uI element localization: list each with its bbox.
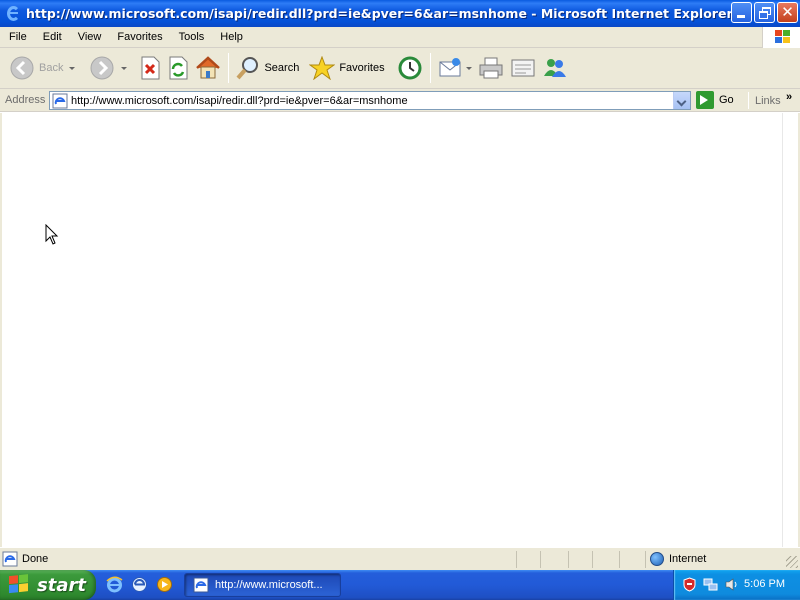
standard-toolbar: Back Search Favorites — [0, 48, 800, 89]
search-button[interactable]: Search — [233, 50, 302, 86]
page-content[interactable] — [2, 113, 782, 547]
restore-button[interactable] — [754, 2, 775, 23]
back-arrow-icon — [10, 56, 34, 80]
minimize-icon — [737, 15, 745, 18]
security-shield-icon[interactable] — [682, 577, 697, 592]
star-icon — [309, 56, 336, 80]
search-icon — [236, 57, 259, 80]
close-icon: ✕ — [781, 3, 794, 21]
links-separator — [748, 92, 749, 109]
windows-logo-icon — [762, 27, 800, 48]
messenger-button[interactable] — [539, 50, 571, 86]
menu-tools[interactable]: Tools — [170, 31, 212, 43]
network-icon[interactable] — [703, 577, 718, 592]
address-url[interactable]: http://www.microsoft.com/isapi/redir.dll… — [71, 95, 408, 107]
clock[interactable]: 5:06 PM — [744, 578, 785, 590]
taskbar-item-ie-window[interactable]: http://www.microsoft... — [184, 573, 341, 597]
start-label: start — [37, 574, 86, 596]
menu-favorites[interactable]: Favorites — [108, 31, 169, 43]
outlook-express-icon[interactable] — [131, 576, 148, 593]
mail-dropdown-icon[interactable] — [465, 66, 472, 70]
volume-icon[interactable] — [724, 577, 739, 592]
vertical-scrollbar[interactable] — [782, 113, 799, 547]
printer-icon — [479, 57, 503, 79]
windows-logo-icon — [9, 574, 31, 596]
back-dropdown-icon[interactable] — [69, 66, 76, 70]
status-pane-divider — [645, 551, 646, 568]
messenger-icon — [543, 59, 566, 77]
taskbar-item-label: http://www.microsoft... — [215, 579, 323, 591]
edit-button[interactable] — [507, 50, 539, 86]
address-dropdown-button[interactable] — [673, 92, 690, 109]
refresh-icon — [169, 56, 188, 80]
menu-help[interactable]: Help — [211, 31, 250, 43]
mail-button[interactable] — [435, 50, 475, 86]
minimize-button[interactable] — [731, 2, 752, 23]
back-button[interactable]: Back — [6, 50, 78, 86]
toolbar-separator — [429, 53, 431, 83]
mouse-cursor-icon — [45, 224, 59, 245]
security-zone[interactable]: Internet — [650, 552, 706, 566]
forward-dropdown-icon[interactable] — [121, 66, 128, 70]
status-bar: Done Internet — [0, 547, 800, 570]
links-button[interactable]: Links — [755, 95, 781, 107]
system-tray: 5:06 PM — [673, 570, 800, 600]
go-arrow-icon — [696, 91, 714, 109]
go-label: Go — [719, 94, 734, 106]
forward-arrow-icon — [90, 56, 114, 80]
favorites-label: Favorites — [339, 62, 385, 74]
forward-button[interactable] — [86, 50, 130, 86]
search-label: Search — [264, 62, 300, 74]
go-button[interactable]: Go — [696, 91, 734, 109]
status-pane-divider — [592, 551, 593, 568]
refresh-button[interactable] — [164, 50, 192, 86]
window-title: http://www.microsoft.com/isapi/redir.dll… — [26, 6, 733, 21]
status-pane-divider — [568, 551, 569, 568]
resize-grip[interactable] — [786, 556, 798, 568]
address-bar: Address http://www.microsoft.com/isapi/r… — [0, 89, 800, 112]
page-icon — [52, 93, 68, 109]
home-button[interactable] — [192, 50, 224, 86]
zone-label: Internet — [669, 553, 707, 565]
menu-edit[interactable]: Edit — [34, 31, 69, 43]
ie-icon[interactable] — [106, 576, 123, 593]
menu-file[interactable]: File — [0, 31, 34, 43]
title-bar[interactable]: http://www.microsoft.com/isapi/redir.dll… — [0, 0, 800, 27]
favorites-button[interactable]: Favorites — [306, 50, 387, 86]
status-text: Done — [22, 553, 49, 565]
mail-icon — [439, 58, 461, 77]
edit-icon — [511, 59, 535, 77]
ie-icon — [193, 577, 209, 593]
chevron-right-icon[interactable]: » — [786, 91, 792, 103]
start-button[interactable]: start — [0, 570, 96, 600]
stop-button[interactable] — [136, 50, 164, 86]
history-icon — [398, 56, 422, 80]
taskbar: start http://www.microsoft... 5:06 PM — [0, 570, 800, 600]
address-label: Address — [5, 94, 46, 106]
menu-view[interactable]: View — [69, 31, 109, 43]
toolbar-separator — [228, 53, 230, 83]
close-button[interactable]: ✕ — [777, 2, 798, 23]
media-player-icon[interactable] — [156, 576, 173, 593]
menu-bar: File Edit View Favorites Tools Help — [0, 27, 800, 48]
home-icon — [196, 56, 221, 79]
globe-icon — [650, 552, 664, 566]
quick-launch — [106, 576, 173, 593]
stop-icon — [141, 56, 160, 80]
print-button[interactable] — [475, 50, 507, 86]
page-done-icon — [2, 551, 18, 567]
history-button[interactable] — [394, 50, 426, 86]
status-pane-divider — [619, 551, 620, 568]
back-label: Back — [39, 62, 64, 74]
ie-icon — [5, 5, 21, 22]
status-pane-divider — [516, 551, 517, 568]
address-input[interactable]: http://www.microsoft.com/isapi/redir.dll… — [49, 91, 691, 110]
status-pane-divider — [540, 551, 541, 568]
